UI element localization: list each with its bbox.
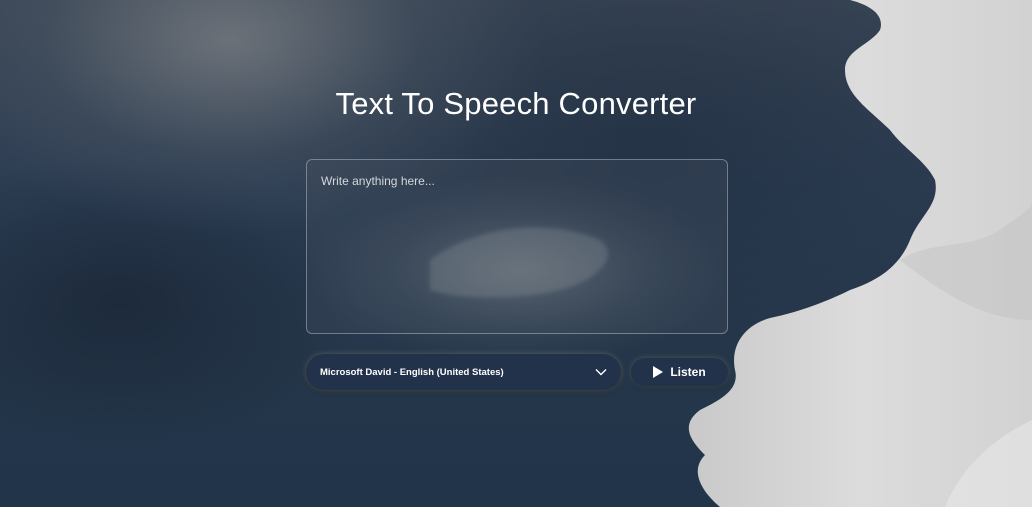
controls-row: Microsoft David - English (United States… <box>306 354 728 390</box>
play-icon <box>653 366 664 378</box>
page-title: Text To Speech Converter <box>335 86 697 121</box>
text-input[interactable] <box>306 159 728 334</box>
voice-select[interactable]: Microsoft David - English (United States… <box>306 354 621 390</box>
listen-button-label: Listen <box>670 365 706 379</box>
chevron-down-icon <box>595 369 607 376</box>
voice-select-value: Microsoft David - English (United States… <box>320 366 504 378</box>
listen-button[interactable]: Listen <box>631 358 728 386</box>
